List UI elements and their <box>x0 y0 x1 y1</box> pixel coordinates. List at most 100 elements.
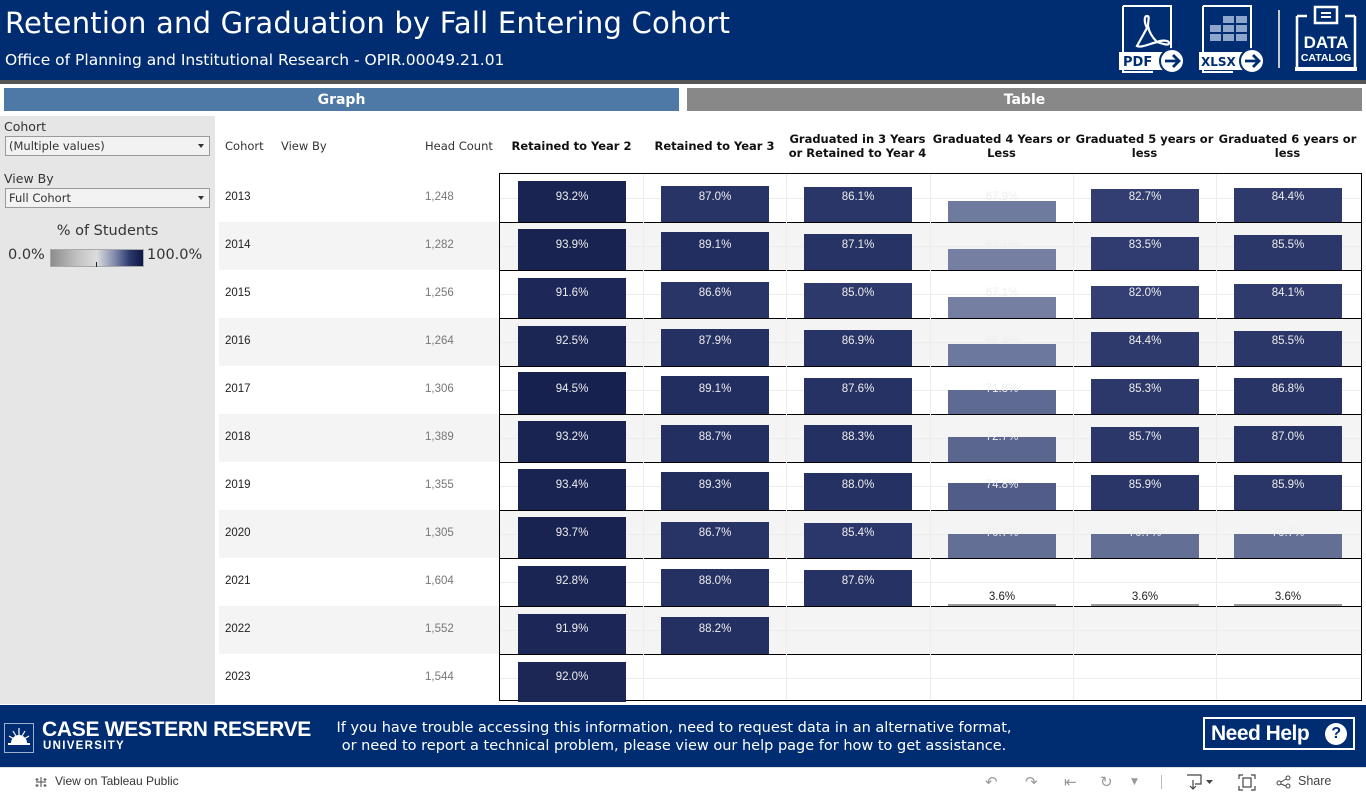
refresh-icon[interactable]: ↻ <box>1100 773 1113 791</box>
heatmap-cell-bar[interactable] <box>1091 427 1199 462</box>
heatmap-cell-bar[interactable] <box>948 604 1056 606</box>
view-on-tableau-public-link[interactable]: View on Tableau Public <box>55 774 179 788</box>
heatmap-cell-bar[interactable] <box>804 570 912 606</box>
col-header-cohort: Cohort <box>225 139 264 153</box>
heatmap-cell-bar[interactable] <box>948 297 1056 318</box>
revert-icon[interactable]: ⇤ <box>1064 773 1077 791</box>
heatmap-cell-bar[interactable] <box>948 201 1056 222</box>
heatmap-cell-bar[interactable] <box>518 469 626 510</box>
heatmap-cell-bar[interactable] <box>661 186 769 222</box>
head-count: 1,552 <box>425 623 454 635</box>
heatmap-cell-bar[interactable] <box>518 326 626 366</box>
tableau-toolbar: View on Tableau Public ↶ ↷ ⇤ ↻ ▼ Share <box>0 767 1366 795</box>
heatmap-cell-bar[interactable] <box>804 330 912 366</box>
chevron-down-icon <box>198 144 204 148</box>
heatmap-cell-bar[interactable] <box>1091 237 1199 270</box>
heatmap-cell-bar[interactable] <box>518 517 626 558</box>
undo-icon[interactable]: ↶ <box>985 773 998 791</box>
heatmap-cell-bar[interactable] <box>518 662 626 702</box>
heatmap-cell-bar[interactable] <box>661 329 769 366</box>
heatmap-cell-bar[interactable] <box>1234 235 1342 270</box>
page-title: Retention and Graduation by Fall Enterin… <box>5 6 731 40</box>
heatmap-cell-bar[interactable] <box>661 425 769 462</box>
heatmap-cell-bar[interactable] <box>661 376 769 414</box>
heatmap-cell-bar[interactable] <box>804 283 912 318</box>
cohort-year: 2022 <box>225 623 251 635</box>
heatmap-cell-bar[interactable] <box>1091 379 1199 414</box>
heatmap-cell-bar[interactable] <box>1234 378 1342 414</box>
question-icon: ? <box>1325 723 1347 745</box>
tab-graph[interactable]: Graph <box>4 88 679 111</box>
heatmap-cell-label: 3.6% <box>1274 591 1302 603</box>
heatmap-cell-bar[interactable] <box>804 187 912 222</box>
heatmap-cell-bar[interactable] <box>1234 604 1342 606</box>
heatmap-cell-bar[interactable] <box>1091 604 1199 606</box>
view-by-filter-value: Full Cohort <box>9 191 71 205</box>
heatmap-cell-bar[interactable] <box>948 534 1056 558</box>
heatmap-cell-bar[interactable] <box>948 390 1056 414</box>
heatmap-cell-bar[interactable] <box>661 282 769 318</box>
fullscreen-icon[interactable] <box>1238 774 1256 791</box>
download-pdf-button[interactable]: PDF <box>1117 4 1189 74</box>
cohort-year: 2014 <box>225 239 251 251</box>
data-catalog-button[interactable]: DATA CATALOG <box>1293 4 1359 74</box>
heatmap-cell-bar[interactable] <box>661 472 769 510</box>
heatmap-cell-bar[interactable] <box>1091 332 1199 366</box>
heatmap-cell-bar[interactable] <box>661 617 769 654</box>
download-icon[interactable] <box>1186 774 1216 790</box>
heatmap-cell-bar[interactable] <box>518 614 626 654</box>
view-by-filter-select[interactable]: Full Cohort <box>5 188 210 208</box>
heatmap-cell-bar[interactable] <box>518 421 626 462</box>
heatmap-cell-bar[interactable] <box>1234 188 1342 222</box>
cohort-year: 2019 <box>225 479 251 491</box>
col-header-metric: Retained to Year 3 <box>654 139 775 153</box>
heatmap-cell-bar[interactable] <box>948 344 1056 366</box>
toolbar-divider <box>1161 775 1162 789</box>
heatmap-cell-bar[interactable] <box>518 372 626 414</box>
heatmap-cell-bar[interactable] <box>518 278 626 318</box>
cohort-filter-select[interactable]: (Multiple values) <box>5 136 210 156</box>
heatmap-cell-bar[interactable] <box>804 523 912 558</box>
heatmap-cell-bar[interactable] <box>1234 331 1342 366</box>
header-rule <box>0 80 1366 84</box>
heatmap-cell-bar[interactable] <box>1091 534 1199 558</box>
heatmap-cell-bar[interactable] <box>804 378 912 414</box>
heatmap-cell-bar[interactable] <box>518 566 626 606</box>
col-header-metric: Graduated in 3 Years or Retained to Year… <box>788 132 927 160</box>
heatmap-cell-bar[interactable] <box>948 437 1056 462</box>
cohort-year: 2023 <box>225 671 251 683</box>
university-logo-icon <box>4 723 34 753</box>
heatmap-cell-bar[interactable] <box>1091 475 1199 510</box>
download-xlsx-button[interactable]: XLSX <box>1197 4 1269 74</box>
heatmap-cell-bar[interactable] <box>661 522 769 558</box>
cohort-year: 2021 <box>225 575 251 587</box>
heatmap-cell-bar[interactable] <box>948 249 1056 270</box>
refresh-dropdown-icon[interactable]: ▼ <box>1131 777 1138 795</box>
help-line-2: or need to report a technical problem, p… <box>341 738 1007 754</box>
heatmap-cell-bar[interactable] <box>948 483 1056 510</box>
view-by-filter-label: View By <box>4 171 54 186</box>
heatmap-cell-bar[interactable] <box>661 232 769 270</box>
heatmap-cell-bar[interactable] <box>1234 475 1342 510</box>
tab-table[interactable]: Table <box>687 88 1362 111</box>
heatmap-cell-bar[interactable] <box>804 425 912 462</box>
heatmap-cell-bar[interactable] <box>661 569 769 606</box>
head-count: 1,282 <box>425 239 454 251</box>
heatmap-cell-bar[interactable] <box>1091 286 1199 318</box>
need-help-button[interactable]: Need Help ? <box>1203 717 1355 750</box>
heatmap-cell-bar[interactable] <box>518 229 626 270</box>
share-button[interactable]: Share <box>1298 774 1331 788</box>
xlsx-label: XLSX <box>1201 55 1237 69</box>
heatmap-cell-bar[interactable] <box>1234 534 1342 558</box>
heatmap-cell-bar[interactable] <box>518 181 626 222</box>
page-header: Retention and Graduation by Fall Enterin… <box>0 0 1366 80</box>
col-header-metric: Graduated 5 years or less <box>1075 132 1214 160</box>
heatmap-cell-bar[interactable] <box>804 473 912 510</box>
heatmap-cell-bar[interactable] <box>804 234 912 270</box>
heatmap-cell-bar[interactable] <box>1234 284 1342 318</box>
redo-icon[interactable]: ↷ <box>1025 773 1038 791</box>
cohort-year: 2020 <box>225 527 251 539</box>
heatmap-cell-bar[interactable] <box>1234 426 1342 462</box>
head-count: 1,256 <box>425 287 454 299</box>
heatmap-cell-bar[interactable] <box>1091 189 1199 222</box>
